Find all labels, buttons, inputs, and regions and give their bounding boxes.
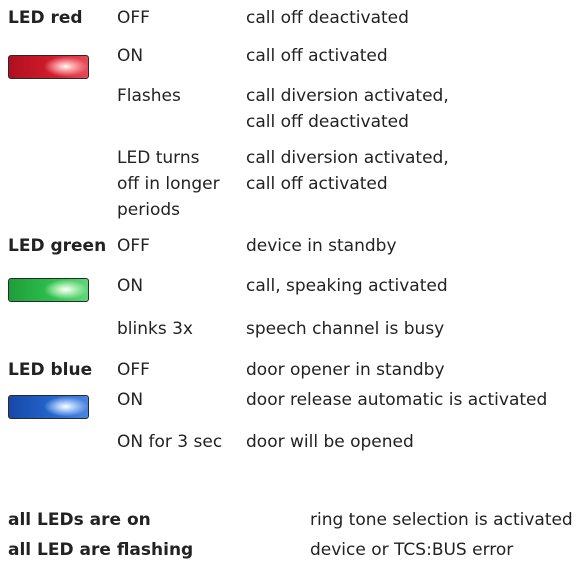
led-blue-indicator-icon [8,395,89,419]
green-blinks-state: blinks 3x [117,319,193,339]
green-off-meaning: device in standby [246,236,397,256]
red-turns-off-meaning-2: call off activated [246,174,388,194]
green-on-meaning: call, speaking activated [246,276,448,296]
summary-all-flashing-meaning: device or TCS:BUS error [310,540,514,560]
led-red-label: LED red [8,8,83,28]
red-on-state: ON [117,46,144,66]
red-turns-off-state-3: periods [117,200,181,220]
led-green-label: LED green [8,236,107,256]
green-blinks-meaning: speech channel is busy [246,319,445,339]
red-turns-off-meaning: call diversion activated, [246,148,449,168]
blue-on-state: ON [117,390,144,410]
summary-all-on-meaning: ring tone selection is activated [310,510,573,530]
blue-off-state: OFF [117,360,150,380]
red-turns-off-state-2: off in longer [117,174,220,194]
green-off-state: OFF [117,236,150,256]
blue-3sec-meaning: door will be opened [246,432,414,452]
led-blue-label: LED blue [8,360,93,380]
red-flashes-state: Flashes [117,86,181,106]
red-flashes-meaning: call diversion activated, [246,86,449,106]
blue-on-meaning: door release automatic is activated [246,390,548,410]
led-green-indicator-icon [8,278,89,302]
red-on-meaning: call off activated [246,46,388,66]
red-turns-off-state: LED turns [117,148,200,168]
green-on-state: ON [117,276,144,296]
red-off-state: OFF [117,8,150,28]
red-off-meaning: call off deactivated [246,8,409,28]
led-red-indicator-icon [8,55,89,79]
blue-3sec-state: ON for 3 sec [117,432,223,452]
blue-off-meaning: door opener in standby [246,360,445,380]
red-flashes-meaning-2: call off deactivated [246,112,409,132]
summary-all-flashing-label: all LED are flashing [8,540,194,560]
summary-all-on-label: all LEDs are on [8,510,151,530]
